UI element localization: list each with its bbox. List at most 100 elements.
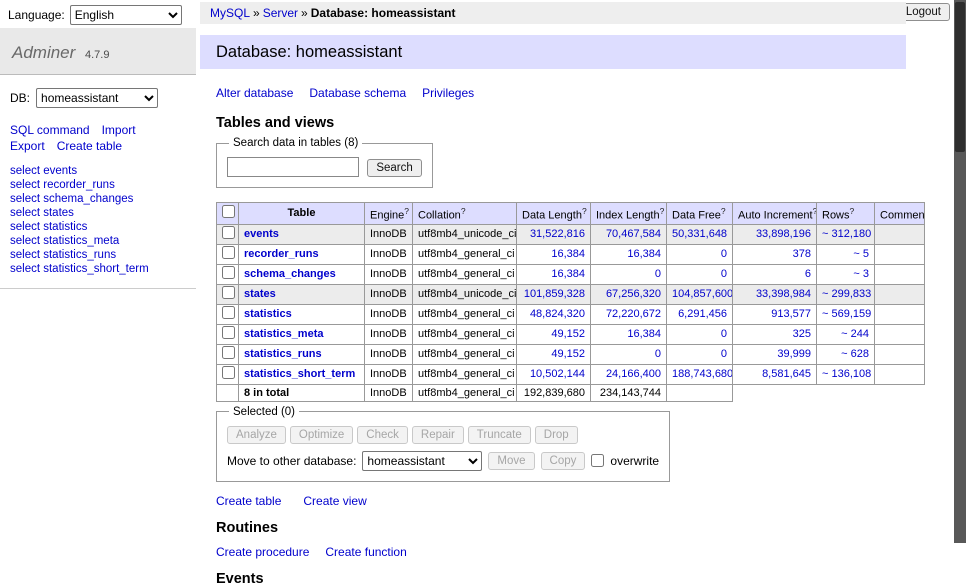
move-button: Move bbox=[488, 452, 534, 470]
data-free-link[interactable]: 6,291,456 bbox=[678, 308, 727, 320]
sql-command-link[interactable]: SQL command bbox=[10, 123, 90, 137]
table-name-link[interactable]: statistics_meta bbox=[244, 328, 324, 340]
help-link[interactable]: ? bbox=[813, 206, 817, 216]
index-length-link[interactable]: 16,384 bbox=[627, 328, 661, 340]
help-link[interactable]: ? bbox=[660, 206, 665, 216]
auto-increment-link[interactable]: 913,577 bbox=[771, 308, 811, 320]
sidebar-select-link[interactable]: select schema_changes bbox=[10, 192, 186, 206]
language-select[interactable]: English bbox=[70, 5, 182, 25]
create-table-link[interactable]: Create table bbox=[57, 139, 122, 153]
row-checkbox[interactable] bbox=[222, 286, 235, 299]
row-checkbox[interactable] bbox=[222, 266, 235, 279]
search-button[interactable]: Search bbox=[367, 159, 421, 177]
index-length-link[interactable]: 16,384 bbox=[627, 248, 661, 260]
table-name-link[interactable]: statistics_short_term bbox=[244, 368, 355, 380]
help-link[interactable]: ? bbox=[850, 206, 855, 216]
data-free-link[interactable]: 0 bbox=[721, 348, 727, 360]
rows-link[interactable]: ~ 136,108 bbox=[822, 368, 871, 380]
data-free-link[interactable]: 0 bbox=[721, 248, 727, 260]
index-length-link[interactable]: 70,467,584 bbox=[606, 228, 661, 240]
data-length-link[interactable]: 10,502,144 bbox=[530, 368, 585, 380]
data-length-link[interactable]: 16,384 bbox=[551, 248, 585, 260]
index-length-link[interactable]: 72,220,672 bbox=[606, 308, 661, 320]
data-free-link[interactable]: 50,331,648 bbox=[672, 228, 727, 240]
routine-link[interactable]: Create function bbox=[325, 545, 406, 559]
rows-link[interactable]: ~ 312,180 bbox=[822, 228, 871, 240]
auto-increment-link[interactable]: 8,581,645 bbox=[762, 368, 811, 380]
select-all-checkbox[interactable] bbox=[222, 205, 235, 218]
comment-cell bbox=[875, 264, 925, 284]
data-length-link[interactable]: 31,522,816 bbox=[530, 228, 585, 240]
index-length-link[interactable]: 0 bbox=[655, 348, 661, 360]
auto-increment-link[interactable]: 39,999 bbox=[777, 348, 811, 360]
row-checkbox[interactable] bbox=[222, 246, 235, 259]
auto-increment-link[interactable]: 378 bbox=[793, 248, 811, 260]
adminer-logo-link[interactable]: Adminer bbox=[12, 43, 75, 62]
routine-link[interactable]: Create procedure bbox=[216, 545, 309, 559]
data-length-link[interactable]: 49,152 bbox=[551, 328, 585, 340]
db-action-link[interactable]: Database schema bbox=[309, 86, 406, 100]
sidebar-select-link[interactable]: select statistics_meta bbox=[10, 234, 186, 248]
table-name-link[interactable]: states bbox=[244, 288, 276, 300]
sidebar-select-link[interactable]: select statistics bbox=[10, 220, 186, 234]
sidebar-select-link[interactable]: select statistics_runs bbox=[10, 248, 186, 262]
db-action-link[interactable]: Privileges bbox=[422, 86, 474, 100]
db-select[interactable]: homeassistant bbox=[36, 88, 158, 108]
help-link[interactable]: ? bbox=[461, 206, 466, 216]
rows-link[interactable]: ~ 244 bbox=[841, 328, 869, 340]
sidebar-select-link[interactable]: select states bbox=[10, 206, 186, 220]
data-length-link[interactable]: 49,152 bbox=[551, 348, 585, 360]
move-db-select[interactable]: homeassistant bbox=[362, 451, 482, 471]
data-length-link[interactable]: 16,384 bbox=[551, 268, 585, 280]
rows-link[interactable]: ~ 5 bbox=[853, 248, 869, 260]
help-link[interactable]: ? bbox=[404, 206, 409, 216]
collation-cell: utf8mb4_unicode_ci bbox=[413, 284, 517, 304]
table-name-link[interactable]: statistics_runs bbox=[244, 348, 322, 360]
create-link[interactable]: Create table bbox=[216, 494, 281, 508]
breadcrumb-mysql-link[interactable]: MySQL bbox=[210, 6, 250, 20]
table-name-link[interactable]: statistics bbox=[244, 308, 292, 320]
auto-increment-link[interactable]: 6 bbox=[805, 268, 811, 280]
row-checkbox[interactable] bbox=[222, 366, 235, 379]
help-link[interactable]: ? bbox=[721, 206, 726, 216]
index-length-link[interactable]: 67,256,320 bbox=[606, 288, 661, 300]
index-length-link[interactable]: 24,166,400 bbox=[606, 368, 661, 380]
breadcrumb-server-link[interactable]: Server bbox=[263, 6, 298, 20]
sidebar-select-link[interactable]: select recorder_runs bbox=[10, 178, 186, 192]
data-length-link[interactable]: 48,824,320 bbox=[530, 308, 585, 320]
search-input[interactable] bbox=[227, 157, 359, 177]
overwrite-checkbox[interactable] bbox=[591, 454, 604, 467]
data-free-link[interactable]: 0 bbox=[721, 328, 727, 340]
help-link[interactable]: ? bbox=[582, 206, 587, 216]
data-free-link[interactable]: 0 bbox=[721, 268, 727, 280]
scrollbar-thumb[interactable] bbox=[955, 2, 965, 152]
auto-increment-link[interactable]: 33,898,196 bbox=[756, 228, 811, 240]
vertical-scrollbar[interactable] bbox=[954, 0, 966, 543]
overwrite-label[interactable]: overwrite bbox=[610, 454, 659, 468]
create-link[interactable]: Create view bbox=[303, 494, 366, 508]
index-length-link[interactable]: 0 bbox=[655, 268, 661, 280]
rows-link[interactable]: ~ 3 bbox=[853, 268, 869, 280]
row-checkbox[interactable] bbox=[222, 306, 235, 319]
auto-increment-link[interactable]: 325 bbox=[793, 328, 811, 340]
rows-link[interactable]: ~ 299,833 bbox=[822, 288, 871, 300]
table-name-link[interactable]: recorder_runs bbox=[244, 248, 319, 260]
table-name-link[interactable]: schema_changes bbox=[244, 268, 336, 280]
sidebar-select-link[interactable]: select events bbox=[10, 164, 186, 178]
import-link[interactable]: Import bbox=[102, 123, 136, 137]
rows-link[interactable]: ~ 569,159 bbox=[822, 308, 871, 320]
data-length-link[interactable]: 101,859,328 bbox=[524, 288, 585, 300]
row-checkbox[interactable] bbox=[222, 226, 235, 239]
row-checkbox[interactable] bbox=[222, 346, 235, 359]
data-free-link[interactable]: 188,743,680 bbox=[672, 368, 733, 380]
db-action-link[interactable]: Alter database bbox=[216, 86, 293, 100]
sidebar-select-link[interactable]: select statistics_short_term bbox=[10, 262, 186, 276]
export-link[interactable]: Export bbox=[10, 139, 45, 153]
table-name-link[interactable]: events bbox=[244, 228, 279, 240]
rows-link[interactable]: ~ 628 bbox=[841, 348, 869, 360]
row-checkbox[interactable] bbox=[222, 326, 235, 339]
engine-cell: InnoDB bbox=[365, 284, 413, 304]
auto-increment-link[interactable]: 33,398,984 bbox=[756, 288, 811, 300]
data-free-link[interactable]: 104,857,600 bbox=[672, 288, 733, 300]
breadcrumb-current: Database: homeassistant bbox=[311, 6, 456, 20]
